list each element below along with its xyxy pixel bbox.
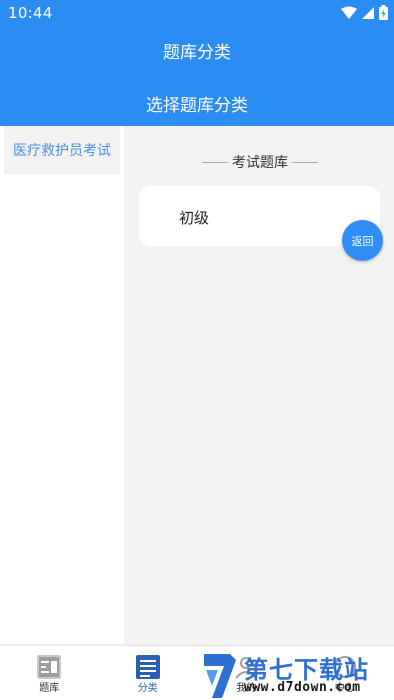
main-content: 考试题库 初级 xyxy=(124,126,394,644)
nav-item-question-bank[interactable]: 题库 xyxy=(0,646,99,700)
section-title: 考试题库 xyxy=(202,152,318,172)
system-icons xyxy=(341,5,388,20)
nav-label-category: 分类 xyxy=(137,683,158,694)
nav-label-profile: 我的 xyxy=(236,683,257,694)
nav-item-category[interactable]: 分类 xyxy=(99,646,198,700)
battery-icon xyxy=(379,5,388,20)
header: 题库分类 选择题库分类 xyxy=(0,26,394,126)
level-card-label: 初级 xyxy=(179,209,210,227)
status-bar: 10:44 xyxy=(0,0,394,26)
back-button[interactable]: 返回 xyxy=(342,220,383,261)
profile-icon xyxy=(235,657,258,679)
sidebar-item-medical-rescuer-exam[interactable]: 医疗救护员考试 xyxy=(4,126,120,174)
divider-left xyxy=(202,161,228,163)
back-button-label: 返回 xyxy=(351,234,374,248)
app-screen: 10:44 题库分类 选择题库分类 医疗救护员考试 考试题库 初级 返回 题库 … xyxy=(0,0,394,700)
page-title: 题库分类 xyxy=(163,43,231,63)
category-icon xyxy=(135,655,160,679)
category-sidebar: 医疗救护员考试 xyxy=(0,126,124,644)
nav-label-question-bank: 题库 xyxy=(39,683,60,694)
sidebar-item-label: 医疗救护员考试 xyxy=(13,143,111,159)
wifi-icon xyxy=(341,6,357,19)
nav-item-profile[interactable]: 我的 xyxy=(197,646,296,700)
nav-label-center: 中心 xyxy=(334,683,355,694)
signal-icon xyxy=(362,6,374,19)
status-time: 10:44 xyxy=(8,4,53,22)
bottom-nav: 题库 分类 我的 中心 xyxy=(0,645,394,700)
nav-item-center[interactable]: 中心 xyxy=(296,646,394,700)
section-title-text: 考试题库 xyxy=(232,155,288,171)
page-subtitle: 选择题库分类 xyxy=(146,96,248,116)
question-bank-icon xyxy=(37,655,62,679)
center-icon xyxy=(333,656,356,678)
divider-right xyxy=(292,161,318,163)
